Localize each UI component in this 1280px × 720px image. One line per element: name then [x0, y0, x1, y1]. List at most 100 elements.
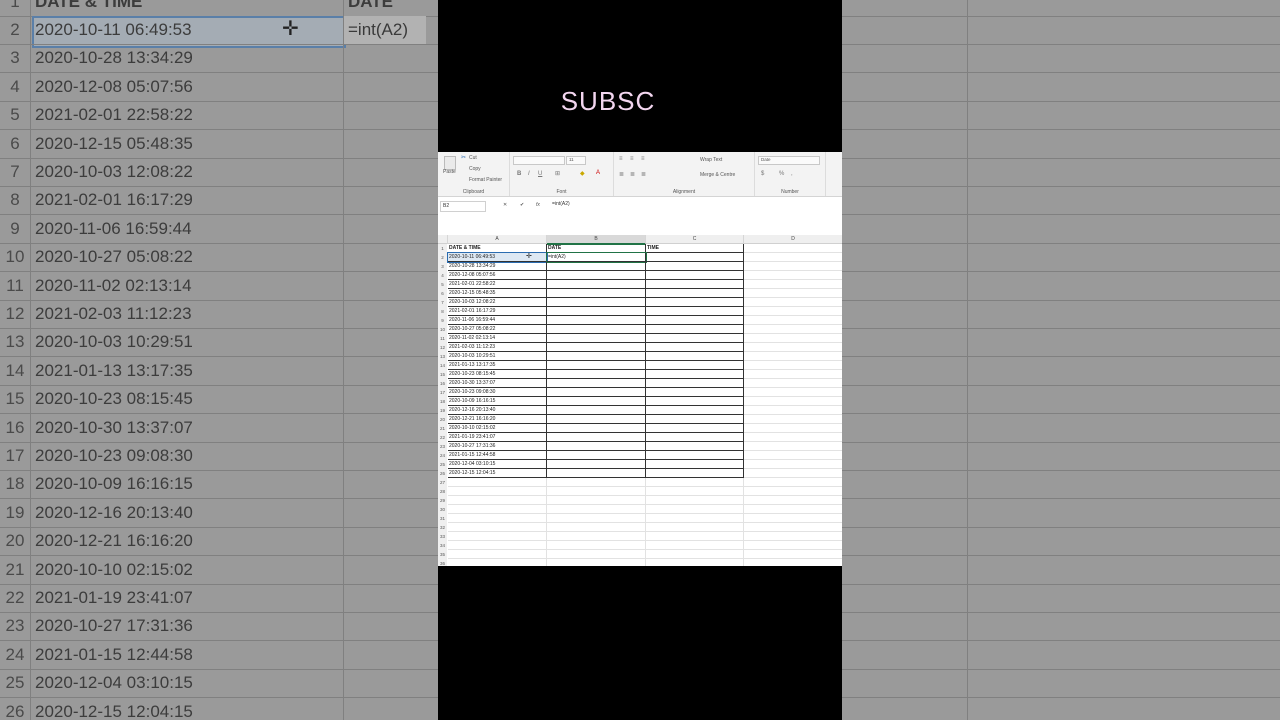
align-left-icon[interactable]: ≣: [619, 171, 624, 178]
cell-d[interactable]: [744, 325, 842, 334]
cell-a[interactable]: 2020-12-16 20:13:40: [448, 406, 547, 415]
cell-b[interactable]: [547, 487, 646, 496]
cell-b2-editing[interactable]: =int(A2): [546, 252, 647, 263]
cell-a[interactable]: 2021-02-01 22:58:22: [448, 280, 547, 289]
cell-a[interactable]: 2020-10-23 09:08:30: [448, 388, 547, 397]
copy-button[interactable]: Copy: [469, 166, 481, 172]
cell-c[interactable]: [646, 298, 744, 307]
column-header-a[interactable]: A: [448, 235, 547, 244]
cell-c[interactable]: [646, 262, 744, 271]
cell-header-date[interactable]: DATE: [547, 244, 646, 253]
font-color-icon[interactable]: A: [596, 170, 600, 176]
wrap-text-button[interactable]: Wrap Text: [700, 157, 722, 163]
cell-c[interactable]: [646, 541, 744, 550]
cell-c[interactable]: [646, 370, 744, 379]
cell-a[interactable]: [448, 478, 547, 487]
cell-c[interactable]: [646, 352, 744, 361]
cell-c[interactable]: [646, 442, 744, 451]
cell-d[interactable]: [744, 397, 842, 406]
cell-a[interactable]: [448, 523, 547, 532]
cell-c[interactable]: [646, 334, 744, 343]
cell-c[interactable]: [646, 325, 744, 334]
column-header-d[interactable]: D: [744, 235, 842, 244]
cell-d[interactable]: [744, 451, 842, 460]
cell-c[interactable]: [646, 505, 744, 514]
cell-b[interactable]: [547, 532, 646, 541]
cell-c[interactable]: [646, 469, 744, 478]
italic-button[interactable]: I: [528, 171, 530, 177]
cell-d[interactable]: [744, 550, 842, 559]
cell-d[interactable]: [744, 406, 842, 415]
cell-a[interactable]: [448, 559, 547, 566]
cell-b[interactable]: [547, 352, 646, 361]
cell-d[interactable]: [744, 343, 842, 352]
cell-d[interactable]: [744, 298, 842, 307]
cell-c[interactable]: [646, 487, 744, 496]
cell-d[interactable]: [744, 262, 842, 271]
cell-c[interactable]: [646, 361, 744, 370]
cell-b[interactable]: [547, 325, 646, 334]
cell-d[interactable]: [744, 352, 842, 361]
cell-a[interactable]: 2020-10-03 10:29:51: [448, 352, 547, 361]
cell-c[interactable]: [646, 289, 744, 298]
cell-b[interactable]: [547, 262, 646, 271]
cell-c[interactable]: [646, 514, 744, 523]
cell-a[interactable]: [448, 514, 547, 523]
cell-a[interactable]: 2020-10-27 17:31:36: [448, 442, 547, 451]
cell-c[interactable]: [646, 379, 744, 388]
cell-d[interactable]: [744, 379, 842, 388]
cell-c[interactable]: [646, 253, 744, 262]
cell-b[interactable]: [547, 343, 646, 352]
cell-b[interactable]: [547, 550, 646, 559]
cell-d[interactable]: [744, 532, 842, 541]
cell-a[interactable]: 2020-10-03 12:08:22: [448, 298, 547, 307]
select-all-corner[interactable]: [438, 235, 448, 244]
cell-b[interactable]: [547, 478, 646, 487]
name-box[interactable]: B2: [440, 201, 486, 212]
cell-a[interactable]: [448, 505, 547, 514]
cell-c[interactable]: [646, 496, 744, 505]
cell-header-time[interactable]: TIME: [646, 244, 744, 253]
row-number[interactable]: 36: [438, 559, 447, 566]
cell-c[interactable]: [646, 424, 744, 433]
cell-c[interactable]: [646, 271, 744, 280]
cell-a[interactable]: 2021-02-03 11:12:23: [448, 343, 547, 352]
cell-d[interactable]: [744, 361, 842, 370]
cell-c[interactable]: [646, 415, 744, 424]
cell-c[interactable]: [646, 307, 744, 316]
cell-c[interactable]: [646, 460, 744, 469]
cell-a[interactable]: 2020-12-04 03:10:15: [448, 460, 547, 469]
cell-b[interactable]: [547, 289, 646, 298]
formula-input[interactable]: =int(A2): [552, 201, 570, 207]
cell-b[interactable]: [547, 415, 646, 424]
cell-d[interactable]: [744, 541, 842, 550]
cell-b[interactable]: [547, 514, 646, 523]
cell-d[interactable]: [744, 316, 842, 325]
format-painter-button[interactable]: Format Painter: [469, 177, 502, 183]
cell-a[interactable]: [448, 550, 547, 559]
cell-d[interactable]: [744, 433, 842, 442]
cut-button[interactable]: Cut: [469, 155, 477, 161]
cell-b[interactable]: [547, 523, 646, 532]
cell-b[interactable]: [547, 433, 646, 442]
cell-a[interactable]: 2021-01-19 23:41:07: [448, 433, 547, 442]
cell-d[interactable]: [744, 253, 842, 262]
cell-a[interactable]: 2020-12-15 12:04:15: [448, 469, 547, 478]
paste-button[interactable]: Paste: [443, 169, 456, 175]
underline-button[interactable]: U: [538, 171, 542, 177]
cell-b[interactable]: [547, 559, 646, 566]
cell-a[interactable]: 2020-12-21 16:16:20: [448, 415, 547, 424]
cell-c[interactable]: [646, 532, 744, 541]
fill-color-icon[interactable]: ◆: [580, 170, 585, 177]
cell-c[interactable]: [646, 523, 744, 532]
font-name-select[interactable]: [513, 156, 565, 165]
percent-button[interactable]: %: [779, 171, 784, 177]
cell-c[interactable]: [646, 280, 744, 289]
cell-a[interactable]: 2021-01-13 13:17:35: [448, 361, 547, 370]
cell-d[interactable]: [744, 523, 842, 532]
cell-b[interactable]: [547, 298, 646, 307]
borders-icon[interactable]: ⊞: [555, 170, 560, 177]
cell-a[interactable]: 2020-10-23 08:15:45: [448, 370, 547, 379]
cell-a[interactable]: 2020-10-30 13:37:07: [448, 379, 547, 388]
cell-d[interactable]: [744, 496, 842, 505]
